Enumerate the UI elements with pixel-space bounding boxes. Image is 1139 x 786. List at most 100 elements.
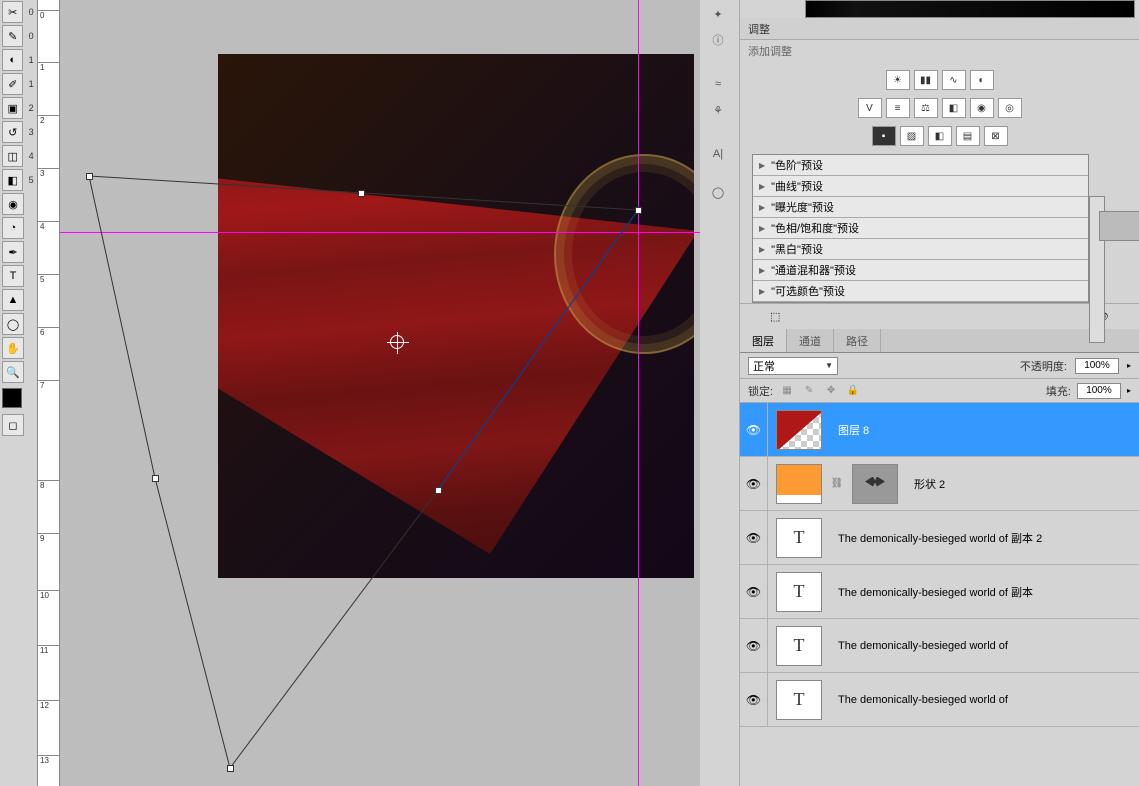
preset-label: "黑白"预设 [771,241,823,257]
layer-thumbnail[interactable]: T [776,626,822,666]
layer-row[interactable]: 👁 T The demonically-besieged world of [740,619,1139,673]
transform-handle[interactable] [86,173,93,180]
transform-handle[interactable] [635,207,642,214]
levels-icon[interactable]: ▮▮ [914,70,938,90]
visibility-toggle[interactable]: 👁 [740,457,768,510]
history-brush-tool[interactable]: ↺ [2,121,23,143]
preset-item[interactable]: ▶"色阶"预设 [753,155,1088,176]
brightness-icon[interactable]: ☀ [886,70,910,90]
visibility-toggle[interactable]: 👁 [740,565,768,618]
layer-row[interactable]: 👁 T The demonically-besieged world of 副本… [740,511,1139,565]
invert-icon[interactable]: ▪ [872,126,896,146]
preset-item[interactable]: ▶"通道混和器"预设 [753,260,1088,281]
blur-tool[interactable]: ◉ [2,193,24,215]
layer-name[interactable]: 图层 8 [830,422,1139,438]
gradient-tool[interactable]: ◧ [2,169,23,191]
guide-vertical[interactable] [638,0,639,786]
layer-thumbnail[interactable]: T [776,572,822,612]
expand-icon: ▶ [759,224,765,233]
lock-transparency-icon[interactable]: ▦ [779,384,795,398]
visibility-toggle[interactable]: 👁 [740,403,768,456]
preset-item[interactable]: ▶"黑白"预设 [753,239,1088,260]
dodge-tool[interactable]: ◔ [2,217,24,239]
path-select-tool[interactable]: ▲ [2,289,24,311]
brush-tool[interactable]: ✐ [2,73,23,95]
transform-handle[interactable] [227,765,234,772]
info-icon[interactable]: ⓘ [704,28,732,52]
selective-color-icon[interactable]: ⊠ [984,126,1008,146]
scrollbar-thumb[interactable] [1099,211,1139,241]
exposure-icon[interactable]: ◐ [970,70,994,90]
tab-channels[interactable]: 通道 [787,329,834,352]
layer-row[interactable]: 👁 图层 8 [740,403,1139,457]
layer-thumbnail[interactable] [776,410,822,450]
eyedropper-tool[interactable]: ✎ [2,25,23,47]
pen-tool[interactable]: ✒ [2,241,24,263]
layer-name[interactable]: The demonically-besieged world of [830,694,1139,706]
hand-tool[interactable]: ✋ [2,337,24,359]
fill-input[interactable]: 100% [1077,383,1121,399]
channel-mixer-icon[interactable]: ◎ [998,98,1022,118]
eraser-tool[interactable]: ◫ [2,145,23,167]
lock-pixels-icon[interactable]: ✎ [801,384,817,398]
threshold-icon[interactable]: ◧ [928,126,952,146]
layer-row[interactable]: 👁 ⛓ 形状 2 [740,457,1139,511]
photo-filter-icon[interactable]: ◉ [970,98,994,118]
vibrance-icon[interactable]: V [858,98,882,118]
foreground-color[interactable] [2,388,22,408]
bw-icon[interactable]: ◧ [942,98,966,118]
opacity-flyout-icon[interactable]: ▸ [1127,361,1131,370]
gradient-map-icon[interactable]: ▤ [956,126,980,146]
artwork-ornament [554,154,694,354]
adjustments-title: 调整 [748,21,770,37]
tab-layers[interactable]: 图层 [740,329,787,352]
crop-tool[interactable]: ✂ [2,1,23,23]
guide-horizontal[interactable] [60,232,700,233]
canvas-area[interactable] [60,0,700,786]
swatches-icon[interactable]: ⚘ [704,98,732,122]
fill-flyout-icon[interactable]: ▸ [1127,386,1131,395]
layer-mask-thumbnail[interactable] [852,464,898,504]
visibility-toggle[interactable]: 👁 [740,673,768,726]
tab-paths[interactable]: 路径 [834,329,881,352]
layer-fill-thumbnail[interactable] [776,464,822,504]
navigator-icon[interactable]: ✦ [704,2,732,26]
preset-item[interactable]: ▶"曝光度"预设 [753,197,1088,218]
layer-name[interactable]: The demonically-besieged world of [830,640,1139,652]
layer-row[interactable]: 👁 T The demonically-besieged world of [740,673,1139,727]
lock-position-icon[interactable]: ✥ [823,384,839,398]
color-icon[interactable]: ≈ [704,72,732,96]
opacity-input[interactable]: 100% [1075,358,1119,374]
visibility-toggle[interactable]: 👁 [740,619,768,672]
layer-name[interactable]: 形状 2 [906,476,1139,492]
layer-row[interactable]: 👁 T The demonically-besieged world of 副本 [740,565,1139,619]
blend-mode-select[interactable]: 正常▼ [748,357,838,375]
transform-handle[interactable] [152,475,159,482]
transform-handle[interactable] [358,190,365,197]
posterize-icon[interactable]: ▨ [900,126,924,146]
preset-item[interactable]: ▶"色相/饱和度"预设 [753,218,1088,239]
layer-name[interactable]: The demonically-besieged world of 副本 [830,584,1139,600]
character-icon[interactable]: A| [704,142,732,166]
curves-icon[interactable]: ∿ [942,70,966,90]
shape-tool[interactable]: ◯ [2,313,24,335]
layer-thumbnail[interactable]: T [776,680,822,720]
type-tool[interactable]: T [2,265,24,287]
zoom-tool[interactable]: 🔍 [2,361,24,383]
mask-icon[interactable]: ◯ [704,180,732,204]
layer-thumbnail[interactable]: T [776,518,822,558]
lock-all-icon[interactable]: 🔒 [845,384,861,398]
hue-sat-icon[interactable]: ≡ [886,98,910,118]
visibility-toggle[interactable]: 👁 [740,511,768,564]
clip-icon[interactable]: ⬚ [770,310,780,323]
transform-handle[interactable] [435,487,442,494]
preset-item[interactable]: ▶"可选颜色"预设 [753,281,1088,302]
quickmask-toggle[interactable]: ◻ [2,414,24,436]
layer-name[interactable]: The demonically-besieged world of 副本 2 [830,530,1139,546]
color-balance-icon[interactable]: ⚖ [914,98,938,118]
preset-item[interactable]: ▶"曲线"预设 [753,176,1088,197]
preset-scrollbar[interactable] [1089,196,1105,343]
stamp-tool[interactable]: ▣ [2,97,23,119]
transform-center[interactable] [390,335,404,349]
healing-tool[interactable]: ◐ [2,49,23,71]
